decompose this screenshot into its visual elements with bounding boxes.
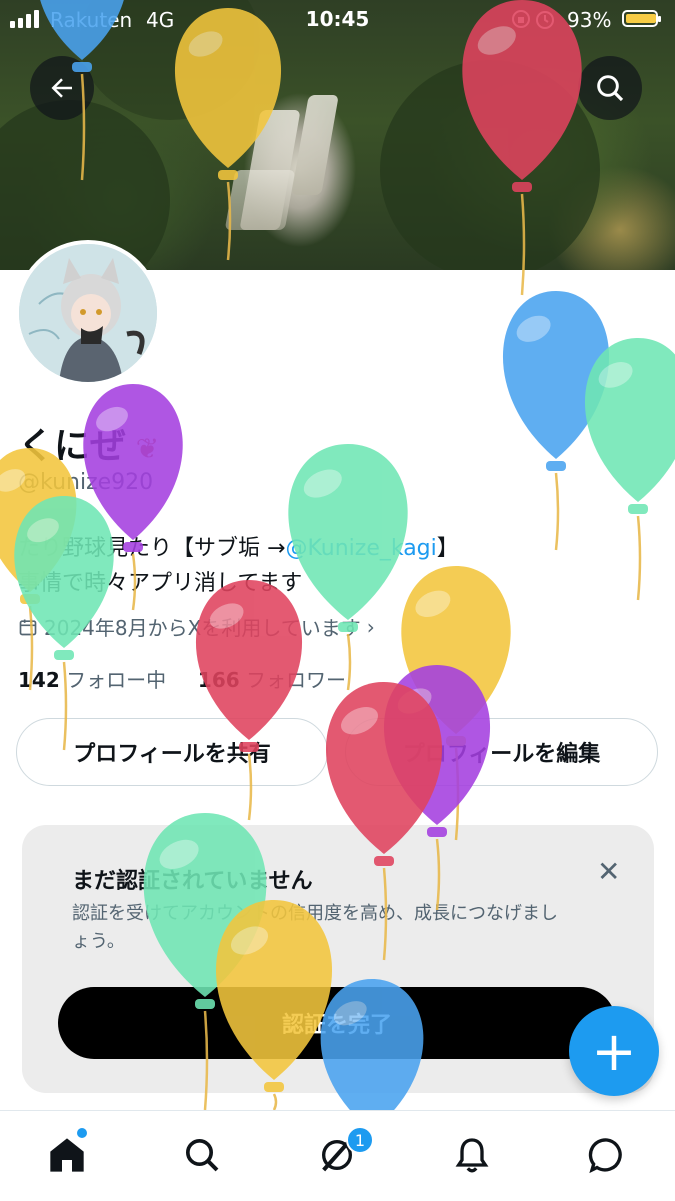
bell-icon <box>455 1138 489 1173</box>
status-bar: Rakuten 4G 10:45 93% <box>0 0 675 40</box>
balloon <box>502 291 610 551</box>
close-icon[interactable]: ✕ <box>597 855 620 888</box>
bio-text-suffix: 】 <box>436 536 459 561</box>
arrow-left-icon <box>51 78 72 98</box>
complete-verification-button[interactable]: 認証を完了 <box>58 987 616 1059</box>
verification-description: 認証を受けてアカウントの信用度を高め、成長につなげましょう。 <box>72 903 558 952</box>
joined-date[interactable]: 2024年8月からXを利用しています › <box>18 612 375 641</box>
tab-notifications[interactable] <box>448 1131 496 1179</box>
chat-icon <box>588 1138 622 1174</box>
following-link[interactable]: 142 フォロー中 <box>18 668 166 692</box>
home-unread-dot <box>77 1128 87 1138</box>
followers-count: 166 <box>197 668 240 692</box>
tab-search[interactable] <box>178 1131 226 1179</box>
followers-link[interactable]: 166 フォロワー <box>198 668 346 692</box>
balloon <box>401 566 511 841</box>
plus-icon: + <box>591 1019 637 1083</box>
tab-home[interactable] <box>43 1131 91 1179</box>
verification-card: まだ認証されていません 認証を受けてアカウントの信用度を高め、成長につなげましょ… <box>22 825 654 1093</box>
user-handle: @kunize920 <box>18 470 154 495</box>
bio-line-2: 事情で時々アプリ消してます <box>18 571 303 596</box>
followers-label: フォロワー <box>246 668 347 692</box>
following-label: フォロー中 <box>66 668 167 692</box>
leaf-emoji-icon: ❦ <box>126 432 160 465</box>
avatar[interactable] <box>15 240 161 386</box>
battery-percent: 93% <box>567 8 612 32</box>
display-name-text: くにぜ <box>18 426 127 467</box>
bio-mention-link[interactable]: @Kunize_kagi <box>285 536 436 561</box>
lock-alarm-icon <box>512 8 562 35</box>
battery-icon <box>622 10 661 27</box>
search-icon <box>597 75 624 102</box>
display-name: くにぜ ❦ <box>18 417 159 469</box>
bio-text: たり野球見たり【サブ垢 → <box>18 536 286 561</box>
calendar-icon <box>19 619 37 635</box>
balloon <box>288 444 408 691</box>
balloon <box>584 338 675 601</box>
bottom-tab-bar <box>0 1110 675 1201</box>
notification-badge: 1 <box>346 1126 374 1154</box>
tab-messages[interactable] <box>583 1131 631 1179</box>
share-profile-button[interactable]: プロフィールを共有 <box>16 718 328 786</box>
search-button[interactable] <box>578 56 642 120</box>
bio-line-1: たり野球見たり【サブ垢 →@Kunize_kagi】 <box>18 530 459 562</box>
follow-stats: 142 フォロー中 166 フォロワー <box>18 664 346 693</box>
verification-title: まだ認証されていません <box>72 869 313 894</box>
edit-profile-button[interactable]: プロフィールを編集 <box>345 718 658 786</box>
following-count: 142 <box>18 668 60 692</box>
home-icon <box>50 1138 84 1172</box>
chevron-right-icon: › <box>366 614 375 639</box>
compose-button[interactable]: + <box>569 1006 659 1096</box>
back-button[interactable] <box>30 56 94 120</box>
profile-banner <box>0 0 675 270</box>
search-icon <box>186 1139 219 1172</box>
joined-text: 2024年8月からXを利用しています <box>44 616 361 640</box>
